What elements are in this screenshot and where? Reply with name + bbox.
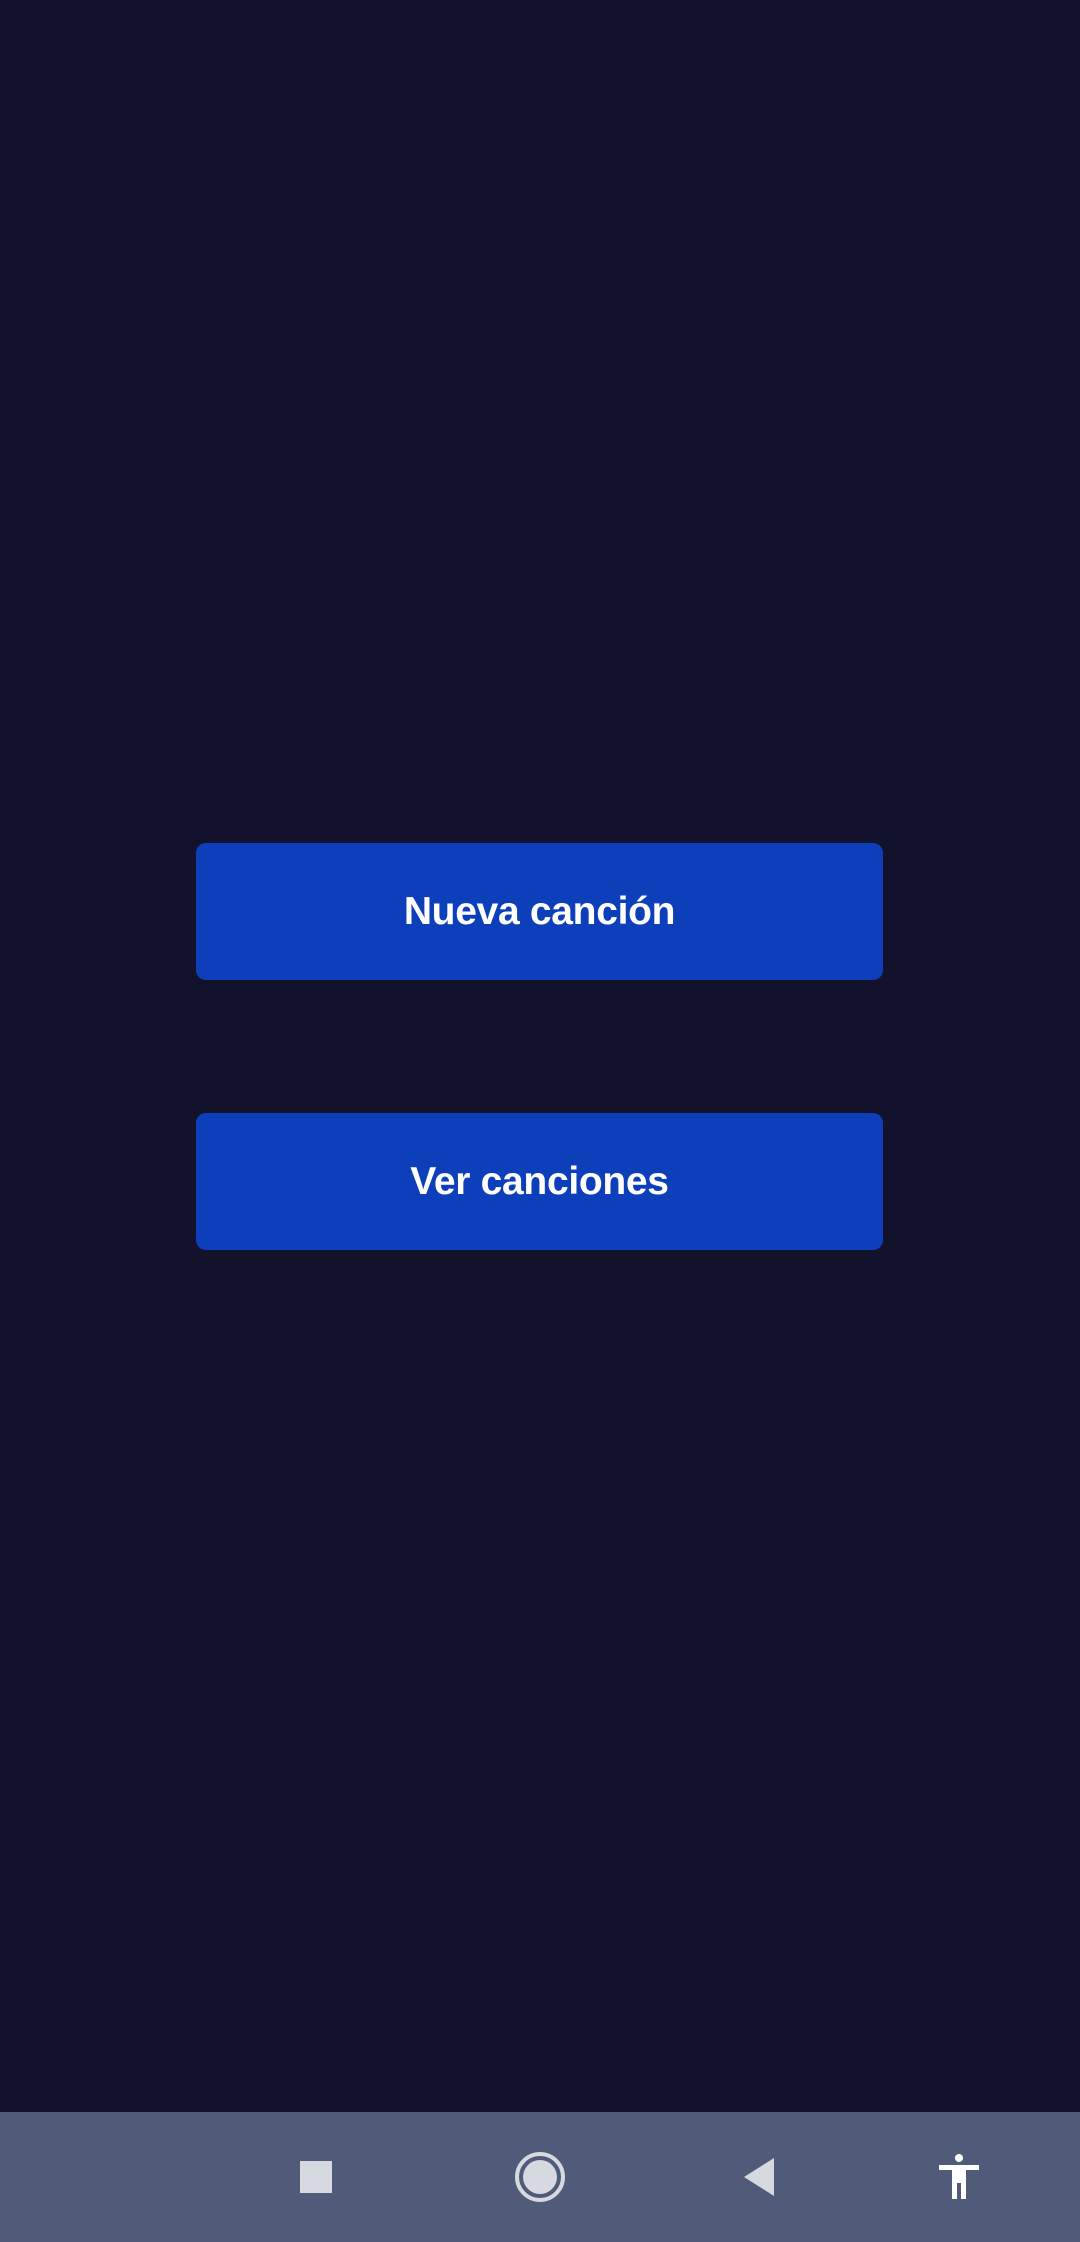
back-triangle-icon	[744, 2158, 774, 2196]
new-song-label: Nueva canción	[403, 889, 676, 933]
back-button[interactable]	[700, 2112, 820, 2242]
main-screen: Nueva canción Ver canciones	[0, 0, 1080, 2112]
new-song-button[interactable]: Nueva canción	[196, 843, 883, 980]
home-circle-icon	[515, 2152, 565, 2202]
recents-square-icon	[300, 2161, 332, 2193]
home-button[interactable]	[480, 2112, 600, 2242]
view-songs-label: Ver canciones	[410, 1159, 669, 1203]
accessibility-button[interactable]	[899, 2112, 1019, 2242]
view-songs-button[interactable]: Ver canciones	[196, 1113, 883, 1250]
system-navigation-bar	[0, 2112, 1080, 2242]
recents-button[interactable]	[256, 2112, 376, 2242]
accessibility-icon	[939, 2154, 979, 2199]
